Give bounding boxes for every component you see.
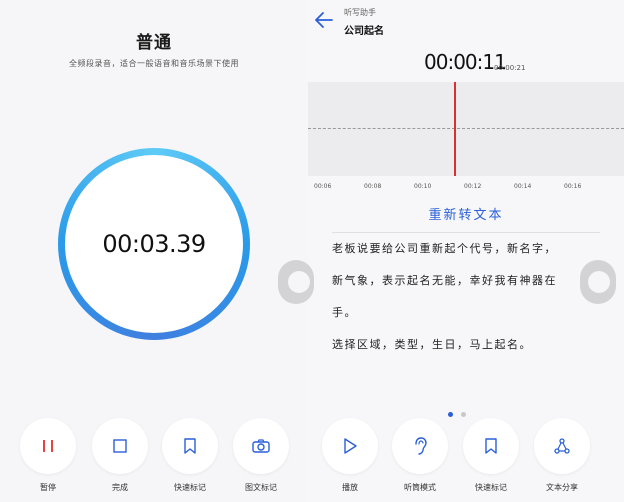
finish-button[interactable] [92, 418, 148, 474]
page-dot [461, 412, 467, 417]
recording-screen: 普通 全频段录音，适合一般语音和音乐场景下使用 00:03.39 暂停 完成 快… [0, 0, 308, 502]
ear-icon [415, 437, 427, 455]
bookmark-icon [184, 438, 196, 454]
play-icon [344, 438, 357, 454]
transcript-line: 老板说要给公司重新起个代号，新名字， [332, 242, 557, 255]
camera-icon [252, 439, 270, 453]
recording-name: 公司起名 [344, 26, 384, 37]
playhead[interactable] [454, 82, 456, 176]
play-button[interactable] [322, 418, 378, 474]
text-share-label: 文本分享 [546, 483, 578, 492]
transcript-line: 选择区域，类型，生日，马上起名。 [332, 338, 532, 351]
dictation-screen: 听写助手 公司起名 00:00:11 00:00:21 00:06 00:08 … [308, 0, 624, 502]
timer-face: 00:03.39 [65, 155, 243, 333]
mode-title: 普通 [136, 33, 172, 53]
quick-mark-label: 快速标记 [174, 483, 206, 492]
page-handle[interactable] [580, 260, 616, 304]
earpiece-mode-button[interactable] [392, 418, 448, 474]
transcript: 老板说要给公司重新起个代号，新名字， 新气象，表示起名无能，幸好我有神器在 手。… [332, 232, 600, 361]
photo-mark-button[interactable] [233, 418, 289, 474]
play-label: 播放 [342, 483, 358, 492]
timer-ring: 00:03.39 [58, 148, 250, 340]
transcript-line: 手。 [332, 306, 357, 319]
mode-description: 全频段录音，适合一般语音和音乐场景下使用 [69, 59, 239, 68]
bookmark-icon [485, 438, 497, 454]
earpiece-mode-label: 听筒模式 [404, 483, 436, 492]
screenshot-pair: 普通 全频段录音，适合一般语音和音乐场景下使用 00:03.39 暂停 完成 快… [0, 0, 624, 502]
pause-button[interactable] [20, 418, 76, 474]
photo-mark-label: 图文标记 [245, 483, 277, 492]
waveform-baseline [308, 128, 624, 129]
time-tick: 00:08 [364, 183, 382, 190]
finish-label: 完成 [112, 483, 128, 492]
total-time: 00:00:21 [494, 64, 526, 72]
quick-mark-label: 快速标记 [475, 483, 507, 492]
page-dot-active [448, 412, 453, 417]
time-tick: 00:06 [314, 183, 332, 190]
quick-mark-button[interactable] [162, 418, 218, 474]
back-arrow-icon[interactable] [314, 10, 334, 30]
text-share-button[interactable] [534, 418, 590, 474]
waveform[interactable] [308, 82, 624, 176]
time-tick: 00:10 [414, 183, 432, 190]
app-subtitle: 听写助手 [344, 8, 376, 17]
page-indicator [448, 402, 469, 421]
time-tick: 00:12 [464, 183, 482, 190]
pause-label: 暂停 [40, 483, 56, 492]
stop-icon [113, 439, 127, 453]
share-icon [554, 438, 570, 454]
reconvert-text-button[interactable]: 重新转文本 [308, 204, 624, 223]
pause-icon [43, 440, 53, 452]
time-tick: 00:16 [564, 183, 582, 190]
page-handle[interactable] [278, 260, 314, 304]
recording-timer: 00:03.39 [102, 230, 206, 258]
time-tick: 00:14 [514, 183, 532, 190]
transcript-line: 新气象，表示起名无能，幸好我有神器在 [332, 274, 557, 287]
quick-mark-button[interactable] [463, 418, 519, 474]
